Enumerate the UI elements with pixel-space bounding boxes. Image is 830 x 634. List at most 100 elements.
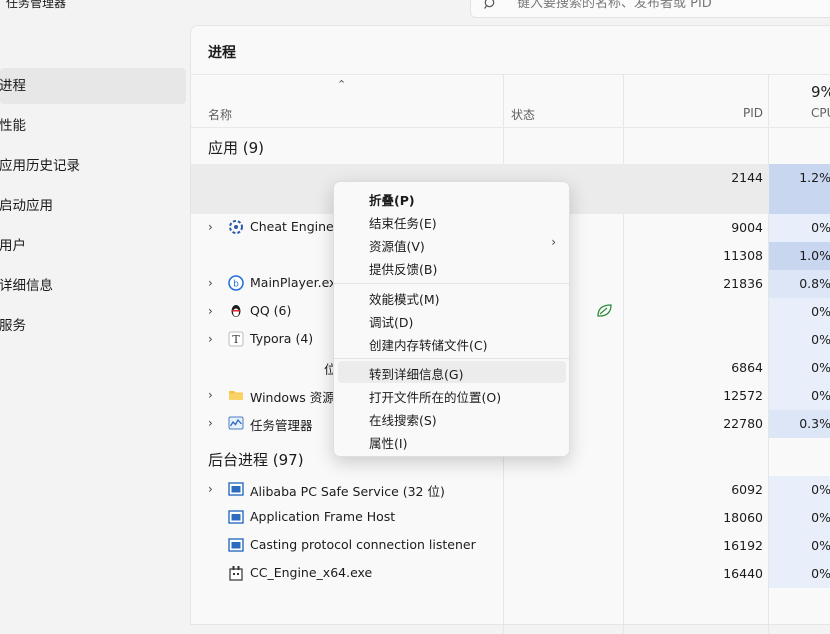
process-name: Alibaba PC Safe Service (32 位) — [250, 484, 445, 499]
qq-penguin-icon — [231, 305, 241, 317]
sidebar-item-label: 用户 — [0, 238, 26, 254]
menu-item-label: 在线搜索(S) — [369, 413, 437, 428]
cpu-value: 0.8% — [799, 276, 830, 291]
app-title: 任务管理器 — [6, 0, 67, 10]
cpu-value: 1.2% — [799, 170, 830, 185]
menu-item-label: 打开文件所在的位置(O) — [369, 390, 502, 405]
sidebar-item-label: 详细信息 — [0, 278, 53, 294]
menu-item-debug[interactable]: 调试(D) — [338, 309, 566, 331]
cpu-total-value: 9% — [811, 83, 830, 101]
menu-divider — [334, 358, 569, 359]
menu-item-go-to-details[interactable]: 转到详细信息(G) — [338, 361, 566, 383]
pid-value: 22780 — [723, 416, 763, 431]
pid-value: 21836 — [723, 276, 763, 291]
pid-value: 2144 — [731, 170, 763, 185]
table-row[interactable]: Application Frame Host 18060 0% — [191, 504, 830, 532]
menu-item-create-dump[interactable]: 创建内存转储文件(C) — [338, 332, 566, 354]
process-name: CC_Engine_x64.exe — [250, 565, 373, 580]
sidebar-item-startup-apps[interactable]: 启动应用 — [0, 188, 190, 224]
pid-value: 18060 — [723, 510, 763, 525]
menu-item-properties[interactable]: 属性(I) — [338, 430, 566, 452]
title-bar: 任务管理器 — [0, 0, 830, 22]
app-window-icon — [228, 538, 244, 552]
expand-chevron-icon[interactable]: › — [208, 332, 213, 346]
menu-item-label: 资源值(V) — [369, 239, 425, 254]
sidebar-item-performance[interactable]: 性能 — [0, 108, 190, 144]
sidebar-item-users[interactable]: 用户 — [0, 228, 190, 264]
search-input[interactable] — [515, 0, 819, 14]
menu-item-search-online[interactable]: 在线搜索(S) — [338, 407, 566, 429]
menu-item-label: 属性(I) — [369, 436, 408, 451]
cpu-value: 0% — [811, 388, 830, 403]
sidebar-item-label: 服务 — [0, 318, 26, 334]
svg-text:T: T — [232, 333, 240, 346]
mainplayer-icon: b — [228, 275, 244, 291]
chevron-right-icon: › — [551, 235, 556, 249]
cpu-value: 0% — [811, 566, 830, 581]
expand-chevron-icon[interactable]: › — [208, 276, 213, 290]
cpu-cell: 1.2% — [769, 164, 830, 214]
menu-item-efficiency-mode[interactable]: 效能模式(M) — [338, 286, 566, 308]
sort-ascending-icon: ⌃ — [337, 78, 347, 91]
pid-value: 12572 — [723, 388, 763, 403]
process-name: Application Frame Host — [250, 509, 396, 524]
app-window-icon — [228, 510, 244, 524]
expand-chevron-icon[interactable]: › — [208, 416, 213, 430]
cpu-cell: 0% — [769, 560, 830, 588]
process-name: Casting protocol connection listener — [250, 537, 476, 552]
cpu-cell: 0% — [769, 382, 830, 410]
sidebar-item-label: 启动应用 — [0, 198, 53, 214]
expand-chevron-icon[interactable]: › — [208, 482, 213, 496]
cpu-value: 0% — [811, 482, 830, 497]
menu-item-label: 创建内存转储文件(C) — [369, 338, 488, 353]
sidebar-item-app-history[interactable]: 应用历史记录 — [0, 148, 190, 184]
cpu-value: 0% — [811, 360, 830, 375]
pid-value: 9004 — [731, 220, 763, 235]
context-menu: 折叠(P) 结束任务(E) 资源值(V) › 提供反馈(B) 效能模式(M) 调试… — [333, 181, 570, 457]
expand-chevron-icon[interactable]: › — [208, 388, 213, 402]
sidebar-item-services[interactable]: 服务 — [0, 308, 190, 344]
sidebar-item-label: 应用历史记录 — [0, 158, 80, 174]
table-row[interactable]: CC_Engine_x64.exe 16440 0% — [191, 560, 830, 588]
menu-item-label: 提供反馈(B) — [369, 262, 438, 277]
cpu-value: 0% — [811, 220, 830, 235]
sidebar-nav: 进程 性能 应用历史记录 启动应用 用户 详细信息 服务 — [0, 68, 190, 348]
pid-value: 16440 — [723, 566, 763, 581]
cpu-cell: 0.8% — [769, 270, 830, 298]
search-icon — [484, 0, 495, 9]
menu-item-collapse[interactable]: 折叠(P) — [338, 187, 566, 209]
expand-chevron-icon[interactable]: › — [208, 304, 213, 318]
sidebar-item-label: 性能 — [0, 118, 26, 134]
process-name: 任务管理器 — [250, 418, 313, 433]
cpu-value: 0% — [811, 304, 830, 319]
process-name: QQ (6) — [250, 303, 292, 318]
cpu-value: 0% — [811, 510, 830, 525]
menu-item-label: 效能模式(M) — [369, 292, 440, 307]
process-name: Windows 资源 — [250, 390, 335, 405]
column-header-pid[interactable]: PID — [743, 106, 763, 120]
table-row[interactable]: › Alibaba PC Safe Service (32 位) 6092 0% — [191, 476, 830, 504]
menu-item-resource-values[interactable]: 资源值(V) › — [338, 233, 566, 255]
pid-value: 11308 — [723, 248, 763, 263]
process-name: Cheat Engine — [250, 219, 334, 234]
cpu-value: 0% — [811, 538, 830, 553]
search-box[interactable] — [470, 0, 830, 18]
pid-value: 6092 — [731, 482, 763, 497]
typora-icon: T — [228, 331, 244, 347]
sidebar-item-details[interactable]: 详细信息 — [0, 268, 190, 304]
cpu-cell: 0% — [769, 532, 830, 560]
menu-item-feedback[interactable]: 提供反馈(B) — [338, 256, 566, 278]
table-row[interactable]: Casting protocol connection listener 161… — [191, 532, 830, 560]
menu-divider — [334, 283, 569, 284]
expand-chevron-icon[interactable]: › — [208, 220, 213, 234]
column-header-status[interactable]: 状态 — [511, 106, 535, 123]
column-header-name[interactable]: 名称 — [208, 106, 232, 123]
cpu-cell: 0% — [769, 214, 830, 242]
efficiency-mode-leaf-icon — [597, 304, 612, 317]
menu-item-end-task[interactable]: 结束任务(E) — [338, 210, 566, 232]
column-header-cpu[interactable]: CPU — [811, 106, 830, 120]
menu-item-open-file-location[interactable]: 打开文件所在的位置(O) — [338, 384, 566, 406]
cpu-cell: 0% — [769, 504, 830, 532]
process-name: Typora (4) — [250, 331, 314, 346]
sidebar-item-processes[interactable]: 进程 — [0, 68, 186, 104]
